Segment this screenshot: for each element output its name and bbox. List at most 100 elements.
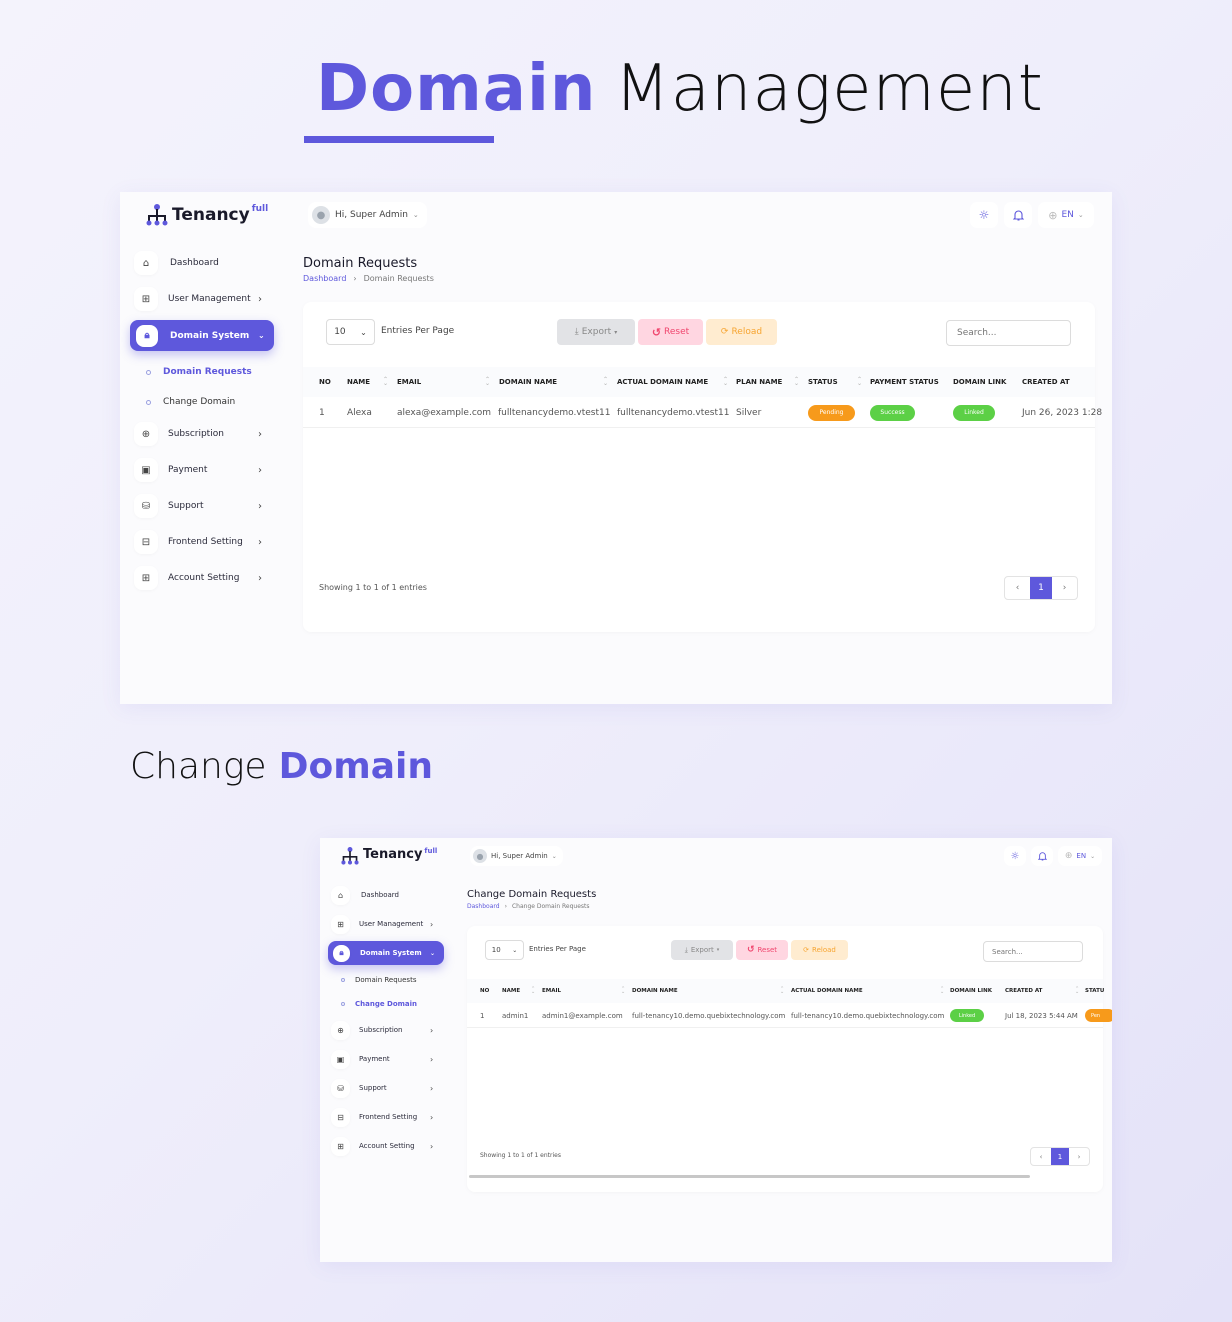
sort-icon[interactable]: ⌃ ⌄ xyxy=(940,987,944,995)
layout-icon: ⊟ xyxy=(134,530,158,554)
sidebar-item-user-management[interactable]: ⊞ User Management › xyxy=(130,284,274,314)
language-selector[interactable]: ⊕ EN ⌄ xyxy=(1038,202,1094,228)
column-header[interactable]: STATUS xyxy=(808,378,838,386)
column-header[interactable]: DOMAIN NAME xyxy=(632,988,678,994)
reload-button[interactable]: ⟳ Reload xyxy=(706,319,777,345)
search-input[interactable] xyxy=(983,941,1083,962)
avatar-icon: ● xyxy=(312,206,330,224)
column-header: NO xyxy=(319,378,331,386)
sort-icon[interactable]: ⌃ ⌄ xyxy=(383,377,388,387)
sidebar-item-payment[interactable]: ▣ Payment › xyxy=(130,455,274,485)
bell-icon xyxy=(1012,210,1024,221)
sort-icon[interactable]: ⌃ ⌄ xyxy=(723,377,728,387)
column-header[interactable]: DOMAIN NAME xyxy=(499,378,557,386)
nav-label: Support xyxy=(359,1084,387,1092)
globe-icon: ⊕ xyxy=(1048,208,1058,222)
reload-label: Reload xyxy=(812,946,836,954)
reset-button[interactable]: ↺ Reset xyxy=(638,319,703,345)
export-button[interactable]: ⤓ Export ▾ xyxy=(671,940,733,960)
column-header[interactable]: EMAIL xyxy=(542,988,561,994)
column-header[interactable]: PLAN NAME xyxy=(736,378,782,386)
gift-icon: ⊕ xyxy=(134,422,158,446)
sidebar-item-dashboard[interactable]: ⌂ Dashboard xyxy=(130,248,274,278)
next-page-button[interactable]: › xyxy=(1069,1148,1089,1165)
subnav-domain-requests[interactable]: Domain Requests xyxy=(130,357,274,387)
sort-icon[interactable]: ⌃ ⌄ xyxy=(857,377,862,387)
domain-link-badge[interactable]: Linked xyxy=(953,404,995,421)
table-row[interactable]: 1 Alexa alexa@example.com fulltenancydem… xyxy=(303,398,1102,428)
horizontal-scrollbar[interactable] xyxy=(469,1175,1030,1178)
notifications-button[interactable] xyxy=(1004,202,1032,228)
breadcrumb-home[interactable]: Dashboard xyxy=(303,274,346,283)
reload-button[interactable]: ⟳ Reload xyxy=(791,940,848,960)
sort-icon[interactable]: ⌃ ⌄ xyxy=(1075,987,1079,995)
next-page-button[interactable]: › xyxy=(1052,577,1077,599)
domain-link-badge[interactable]: Linked xyxy=(950,1009,984,1022)
breadcrumb-home[interactable]: Dashboard xyxy=(467,903,500,910)
sidebar-item-support[interactable]: ⛁ Support › xyxy=(130,491,274,521)
column-header[interactable]: STATU xyxy=(1085,988,1104,994)
sidebar-item-support[interactable]: ⛁ Support › xyxy=(328,1076,444,1100)
cell-actual-domain: fulltenancydemo.vtest11 xyxy=(617,407,730,418)
sidebar-item-account-setting[interactable]: ⊞ Account Setting › xyxy=(328,1134,444,1158)
sidebar-item-subscription[interactable]: ⊕ Subscription › xyxy=(328,1018,444,1042)
user-menu[interactable]: ● Hi, Super Admin ⌄ xyxy=(470,846,563,866)
cell-email: alexa@example.com xyxy=(397,407,492,418)
column-header[interactable]: PAYMENT STATUS xyxy=(870,378,939,386)
column-header[interactable]: EMAIL xyxy=(397,378,421,386)
sort-icon[interactable]: ⌃ ⌄ xyxy=(780,987,784,995)
chevron-right-icon: › xyxy=(258,464,262,476)
lock-icon: 🔒︎ xyxy=(136,324,158,347)
theme-toggle-button[interactable]: ☼ xyxy=(1004,846,1026,866)
caret-down-icon: ▾ xyxy=(614,328,618,336)
sidebar-item-domain-system[interactable]: 🔒︎ Domain System ⌄ xyxy=(130,320,274,351)
sidebar-item-payment[interactable]: ▣ Payment › xyxy=(328,1047,444,1071)
sidebar-item-frontend-setting[interactable]: ⊟ Frontend Setting › xyxy=(328,1105,444,1129)
breadcrumb: Dashboard › Change Domain Requests xyxy=(467,903,590,910)
breadcrumb-current: Domain Requests xyxy=(363,274,434,283)
export-button[interactable]: ⤓ Export ▾ xyxy=(557,319,635,345)
lock-icon: 🔒︎ xyxy=(333,944,350,962)
chevron-right-icon: › xyxy=(430,1141,434,1151)
search-input[interactable] xyxy=(946,320,1071,346)
sort-icon[interactable]: ⌃ ⌄ xyxy=(621,987,625,995)
nav-label: Dashboard xyxy=(361,891,399,899)
subnav-domain-requests[interactable]: Domain Requests xyxy=(328,968,444,992)
entries-select[interactable]: 10 ⌄ xyxy=(326,319,375,345)
logo[interactable]: Tenancy full xyxy=(145,204,268,226)
page-1-button[interactable]: 1 xyxy=(1051,1148,1069,1165)
sidebar-item-user-management[interactable]: ⊞ User Management › xyxy=(328,912,444,936)
bell-icon xyxy=(1037,852,1047,861)
subnav-change-domain[interactable]: Change Domain xyxy=(328,992,444,1016)
logo[interactable]: Tenancy full xyxy=(340,847,437,865)
sidebar: ⌂ Dashboard ⊞ User Management › 🔒︎ Domain Sy… xyxy=(328,883,444,1158)
sort-icon[interactable]: ⌃ ⌄ xyxy=(485,377,490,387)
language-selector[interactable]: ⊕ EN ⌄ xyxy=(1058,846,1102,866)
nav-label: Domain System xyxy=(170,330,250,341)
sidebar-item-domain-system[interactable]: 🔒︎ Domain System ⌄ xyxy=(328,941,444,965)
sort-icon[interactable]: ⌃ ⌄ xyxy=(794,377,799,387)
user-menu[interactable]: ● Hi, Super Admin ⌄ xyxy=(308,202,427,228)
sidebar-item-dashboard[interactable]: ⌂ Dashboard xyxy=(328,883,444,907)
sidebar-item-frontend-setting[interactable]: ⊟ Frontend Setting › xyxy=(130,527,274,557)
table-row[interactable]: 1 admin1 admin1@example.com full-tenancy… xyxy=(467,1004,1112,1028)
column-header[interactable]: NAME xyxy=(502,988,520,994)
sidebar-item-subscription[interactable]: ⊕ Subscription › xyxy=(130,419,274,449)
nav-label: User Management xyxy=(168,294,251,304)
sidebar-item-account-setting[interactable]: ⊞ Account Setting › xyxy=(130,563,274,593)
page-1-button[interactable]: 1 xyxy=(1030,577,1052,599)
column-header[interactable]: ACTUAL DOMAIN NAME xyxy=(617,378,708,386)
subnav-change-domain[interactable]: Change Domain xyxy=(130,387,274,417)
column-header[interactable]: ACTUAL DOMAIN NAME xyxy=(791,988,863,994)
notifications-button[interactable] xyxy=(1031,846,1053,866)
export-label: Export xyxy=(690,946,714,954)
entries-select[interactable]: 10 ⌄ xyxy=(485,940,524,960)
column-header[interactable]: NAME xyxy=(347,378,370,386)
theme-toggle-button[interactable]: ☼ xyxy=(970,202,998,228)
sort-icon[interactable]: ⌃ ⌄ xyxy=(531,987,535,995)
prev-page-button[interactable]: ‹ xyxy=(1031,1148,1051,1165)
prev-page-button[interactable]: ‹ xyxy=(1005,577,1030,599)
bullet-icon xyxy=(341,978,345,982)
sort-icon[interactable]: ⌃ ⌄ xyxy=(603,377,608,387)
reset-button[interactable]: ↺ Reset xyxy=(736,940,788,960)
